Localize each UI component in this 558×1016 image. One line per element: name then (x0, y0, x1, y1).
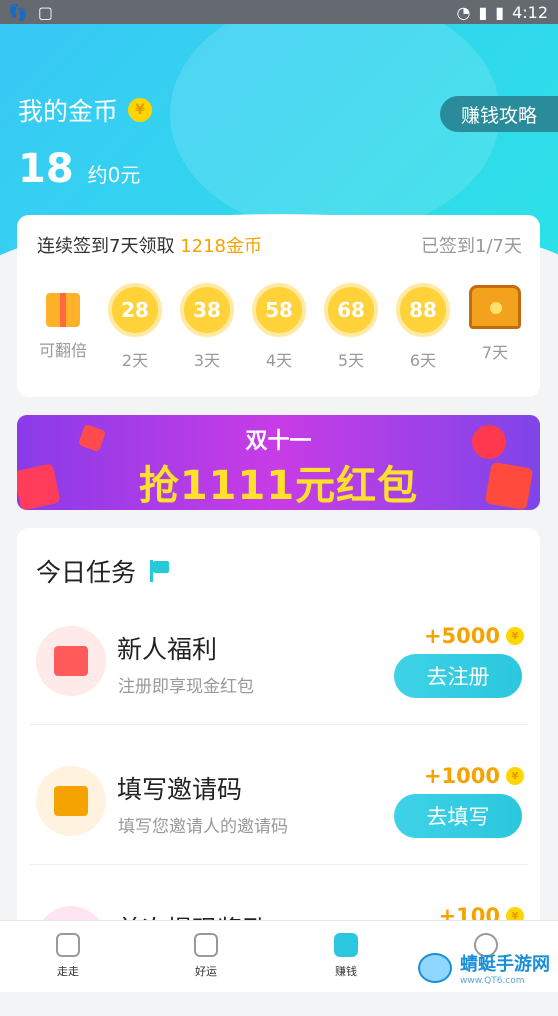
watermark: 蜻蜓手游网 www.QT6.com (418, 950, 550, 986)
task-invite-code: 填写邀请码 填写您邀请人的邀请码 +1000 ¥ 去填写 (17, 736, 540, 876)
nav-luck[interactable]: 好运 (166, 933, 246, 979)
signin-progress: 已签到1/7天 (421, 236, 522, 257)
page-title: 我的金币 ¥ (18, 92, 153, 128)
coin-day-icon: 88 (396, 283, 450, 337)
cards-icon (194, 933, 218, 957)
day-label: 6天 (409, 351, 437, 370)
day-6[interactable]: 88 6天 (393, 283, 453, 371)
earn-guide-button[interactable]: 赚钱攻略 (440, 96, 558, 132)
mail-task-icon (36, 766, 106, 836)
coin-balance: 18 约0元 (18, 146, 140, 192)
signin-days: 可翻倍 28 2天 38 3天 58 4天 68 5天 88 6天 7天 (17, 283, 540, 383)
coin-day-icon: 28 (108, 283, 162, 337)
flag-icon (148, 560, 170, 582)
watermark-name: 蜻蜓手游网 (460, 954, 550, 975)
day-label: 可翻倍 (38, 341, 87, 360)
footprint-icon: 👣 (8, 3, 28, 22)
tasks-header: 今日任务 (36, 553, 170, 589)
signin-prefix: 连续签到7天领取 (37, 236, 175, 257)
battery-icon: ▮ (495, 3, 505, 22)
day-label: 3天 (193, 351, 221, 370)
clock: 4:12 (512, 3, 548, 22)
page-title-text: 我的金币 (18, 97, 119, 126)
coin-day-icon: 58 (252, 283, 306, 337)
dragonfly-logo-icon (418, 953, 452, 983)
wifi-icon: ◔ (456, 3, 471, 22)
fill-invite-button[interactable]: 去填写 (394, 794, 522, 838)
nav-walk[interactable]: 走走 (28, 933, 108, 979)
task-name: 新人福利 (117, 635, 218, 664)
status-bar: 👣 ▢ ◔ ▮ ▮ 4:12 (0, 0, 558, 24)
today-tasks-card: 今日任务 新人福利 注册即享现金红包 +5000 ¥ 去注册 填写邀请码 填写您… (17, 528, 540, 976)
money-icon (334, 933, 358, 957)
day-1[interactable]: 可翻倍 (33, 283, 93, 361)
watermark-url: www.QT6.com (460, 976, 525, 986)
signin-reward: 1218金币 (180, 236, 262, 257)
coin-day-icon: 38 (180, 283, 234, 337)
signin-card: 连续签到7天领取 1218金币 已签到1/7天 可翻倍 28 2天 38 3天 … (17, 215, 540, 397)
balance-yuan: 约0元 (87, 163, 141, 187)
nav-earn[interactable]: 赚钱 (306, 933, 386, 979)
day-label: 4天 (265, 351, 293, 370)
task-new-user: 新人福利 注册即享现金红包 +5000 ¥ 去注册 (17, 596, 540, 736)
nav-label: 走走 (57, 965, 79, 978)
task-name: 填写邀请码 (117, 775, 243, 804)
shoe-icon (56, 933, 80, 957)
task-reward-value: +5000 (423, 624, 500, 648)
day-label: 5天 (337, 351, 365, 370)
square-icon: ▢ (37, 3, 54, 22)
promo-banner[interactable]: 双十一 抢1111元红包 (17, 415, 540, 510)
nav-label: 好运 (195, 965, 217, 978)
task-desc: 填写您邀请人的邀请码 (118, 817, 288, 837)
task-reward: +1000 ¥ (424, 764, 524, 788)
divider (29, 864, 528, 865)
banner-subtitle: 双十一 (245, 429, 312, 454)
tasks-title: 今日任务 (36, 558, 137, 587)
nav-label: 赚钱 (335, 965, 357, 978)
gift-icon (46, 293, 80, 327)
task-reward-value: +1000 (423, 764, 500, 788)
register-button[interactable]: 去注册 (394, 654, 522, 698)
day-7[interactable]: 7天 (465, 283, 525, 363)
day-5[interactable]: 68 5天 (321, 283, 381, 371)
coin-day-icon: 68 (324, 283, 378, 337)
task-desc: 注册即享现金红包 (118, 677, 254, 697)
day-2[interactable]: 28 2天 (105, 283, 165, 371)
divider (29, 724, 528, 725)
signin-heading: 连续签到7天领取 1218金币 (37, 232, 262, 258)
coin-icon: ¥ (506, 627, 524, 645)
coin-icon: ¥ (506, 767, 524, 785)
day-label: 2天 (121, 351, 149, 370)
task-reward: +5000 ¥ (424, 624, 524, 648)
treasure-chest-icon (469, 285, 521, 329)
day-label: 7天 (481, 343, 509, 362)
coin-icon: ¥ (128, 98, 153, 122)
signal-icon: ▮ (478, 3, 488, 22)
gift-task-icon (36, 626, 106, 696)
day-3[interactable]: 38 3天 (177, 283, 237, 371)
banner-title: 抢1111元红包 (138, 463, 419, 509)
day-4[interactable]: 58 4天 (249, 283, 309, 371)
balance-number: 18 (18, 146, 74, 192)
